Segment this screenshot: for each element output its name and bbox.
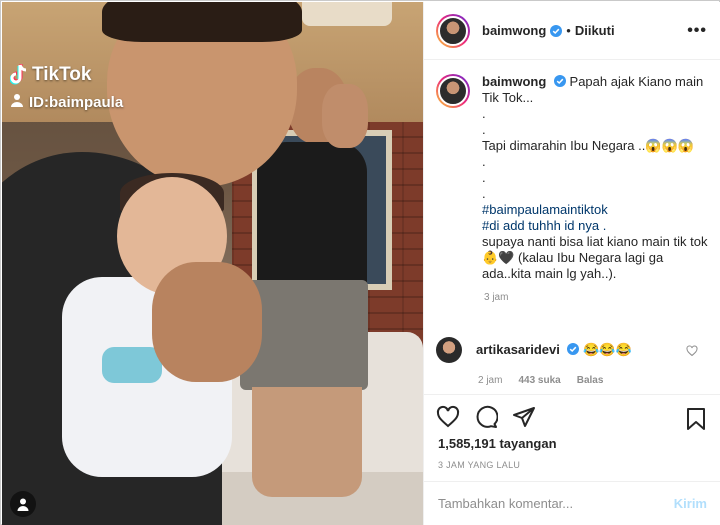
user-tag-icon bbox=[17, 498, 29, 511]
caption-line: Tapi dimarahin Ibu Negara ..😱😱😱 bbox=[482, 138, 694, 153]
caption-line: . bbox=[482, 106, 486, 121]
man-hair bbox=[102, 2, 302, 42]
caption-line: #di add tuhhh id nya . bbox=[482, 218, 712, 234]
send-comment-button[interactable]: Kirim bbox=[674, 496, 707, 511]
comment-bubble-icon[interactable] bbox=[474, 405, 498, 429]
more-options-icon[interactable]: ••• bbox=[687, 22, 707, 40]
commenter-username[interactable]: artikasaridevi bbox=[476, 342, 560, 357]
tiktok-watermark: TikTok bbox=[10, 64, 91, 86]
caption-time[interactable]: 3 jam bbox=[484, 292, 716, 303]
comment-body: 😂😂😂 bbox=[583, 342, 632, 357]
woman-legs bbox=[252, 387, 362, 497]
tagged-users-button[interactable] bbox=[10, 491, 36, 517]
person-icon bbox=[10, 93, 24, 111]
post-video[interactable]: TikTok ID:baimpaula bbox=[2, 2, 423, 525]
caption-line: . bbox=[482, 154, 486, 169]
caption-line: . bbox=[482, 170, 486, 185]
comment-input[interactable] bbox=[438, 496, 658, 511]
verified-badge-icon bbox=[567, 343, 580, 355]
hashtag-link[interactable]: #baimpaulamaintiktok bbox=[482, 202, 712, 218]
comment-meta: 2 jam 443 suka Balas bbox=[478, 375, 716, 386]
caption-username[interactable]: baimwong bbox=[482, 74, 546, 89]
baby-outfit-print bbox=[102, 347, 162, 383]
verified-badge-icon bbox=[550, 24, 563, 37]
post-frame: TikTok ID:baimpaula baimwong • Diikuti •… bbox=[0, 0, 720, 525]
comment-time[interactable]: 2 jam bbox=[478, 375, 502, 386]
scene-lamp bbox=[302, 2, 392, 26]
action-bar bbox=[424, 394, 720, 438]
save-bookmark-icon[interactable] bbox=[685, 407, 707, 431]
hashtag-link[interactable]: #di add tuhhh id nya . bbox=[482, 218, 606, 233]
caption-author-avatar[interactable] bbox=[436, 74, 470, 108]
woman-raised-hand bbox=[322, 84, 368, 148]
comment-likes[interactable]: 443 suka bbox=[518, 375, 560, 386]
tiktok-label: TikTok bbox=[32, 64, 92, 85]
woman-body bbox=[257, 142, 367, 292]
post-header: baimwong • Diikuti ••• bbox=[424, 2, 720, 60]
share-paper-plane-icon[interactable] bbox=[512, 405, 536, 429]
header-separator: • bbox=[566, 23, 571, 38]
comment-item: artikasaridevi 😂😂😂 2 jam 443 suka Balas bbox=[436, 337, 716, 386]
post-sidebar: baimwong • Diikuti ••• baimwong Papah aj… bbox=[423, 2, 720, 525]
comment-like-heart-icon[interactable] bbox=[686, 345, 698, 357]
commenter-avatar[interactable] bbox=[436, 337, 462, 363]
caption-text: baimwong Papah ajak Kiano main Tik Tok..… bbox=[482, 74, 712, 282]
comment-text: artikasaridevi 😂😂😂 bbox=[476, 342, 632, 358]
man-hand bbox=[152, 262, 262, 382]
caption-line: . bbox=[482, 122, 486, 137]
tiktok-id-label: ID:baimpaula bbox=[29, 93, 124, 111]
following-button[interactable]: Diikuti bbox=[575, 23, 615, 38]
post-caption: baimwong Papah ajak Kiano main Tik Tok..… bbox=[436, 74, 716, 303]
caption-line: supaya nanti bisa liat kiano main tik to… bbox=[482, 234, 708, 281]
caption-line: . bbox=[482, 186, 486, 201]
view-count[interactable]: 1,585,191 tayangan bbox=[438, 436, 557, 451]
tiktok-note-icon bbox=[10, 64, 28, 86]
verified-badge-icon bbox=[553, 75, 566, 87]
add-comment-bar: Kirim bbox=[424, 481, 720, 525]
like-heart-icon[interactable] bbox=[436, 405, 460, 429]
reply-button[interactable]: Balas bbox=[577, 375, 604, 386]
author-avatar[interactable] bbox=[436, 13, 470, 48]
tiktok-id: ID:baimpaula bbox=[10, 93, 123, 111]
post-timestamp[interactable]: 3 JAM YANG LALU bbox=[438, 460, 520, 470]
author-username[interactable]: baimwong bbox=[482, 23, 546, 38]
